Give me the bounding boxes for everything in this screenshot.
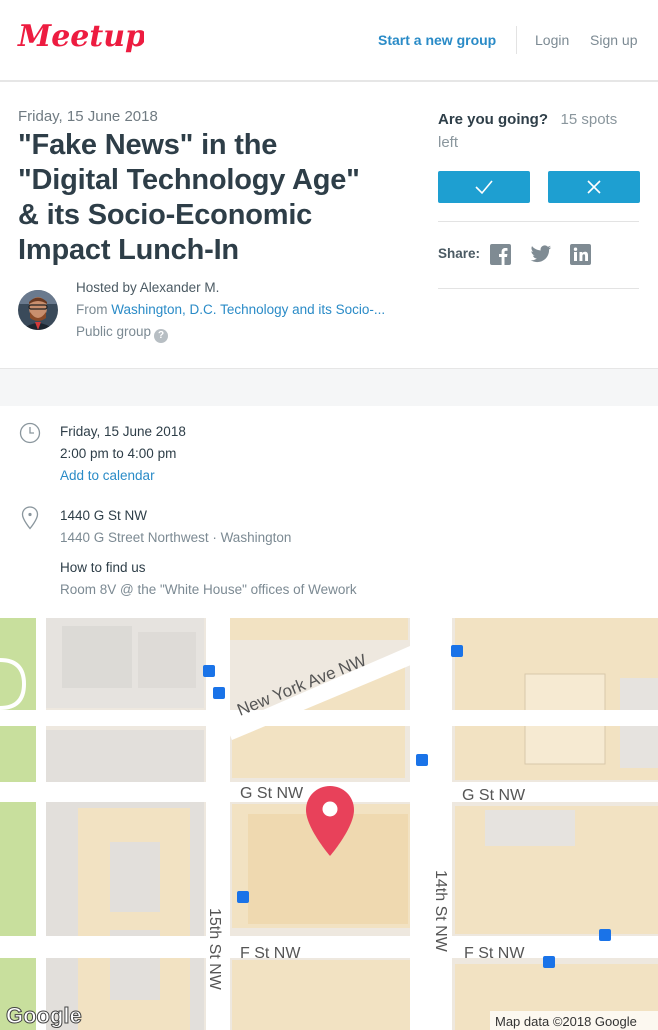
hosted-by: Hosted by Alexander M.: [76, 280, 220, 295]
how-to-find-label: How to find us: [60, 560, 146, 575]
public-group-text: Public group: [76, 324, 152, 339]
host-avatar[interactable]: [18, 290, 58, 330]
logo-text: Meetup: [17, 19, 144, 54]
event-title: "Fake News" in the "Digital Technology A…: [18, 128, 428, 268]
event-date: Friday, 15 June 2018: [18, 108, 158, 125]
header-divider: [516, 26, 517, 54]
top-header: Meetup Start a new group Login Sign up: [0, 0, 658, 82]
rsvp-yes-button[interactable]: [438, 171, 530, 203]
street-label-g-st: G St NW: [240, 785, 304, 802]
add-to-calendar-link[interactable]: Add to calendar: [60, 468, 155, 483]
map-attribution: Map data ©2018 Google: [495, 1014, 637, 1029]
event-title-line: "Digital Technology Age": [18, 164, 360, 196]
event-title-line: "Fake News" in the: [18, 129, 278, 161]
detail-date: Friday, 15 June 2018: [60, 424, 186, 439]
start-group-link[interactable]: Start a new group: [378, 32, 496, 48]
divider: [438, 288, 639, 289]
street-label-f-st: F St NW: [240, 945, 301, 962]
from-group: From Washington, D.C. Technology and its…: [76, 302, 385, 317]
share-label: Share:: [438, 246, 481, 261]
google-logo: Google: [6, 1003, 82, 1028]
event-title-line: Impact Lunch-In: [18, 234, 239, 266]
venue-name: 1440 G St NW: [60, 508, 148, 523]
street-label-15th: 15th St NW: [206, 908, 223, 991]
how-to-find-text: Room 8V @ the "White House" offices of W…: [60, 582, 357, 597]
public-group-label: Public group?: [76, 324, 169, 343]
clock-icon: [19, 422, 41, 449]
host-photo: [18, 290, 58, 330]
linkedin-icon[interactable]: [570, 244, 591, 270]
venue-address: 1440 G Street Northwest · Washington: [60, 530, 292, 545]
rsvp-question: Are you going?: [438, 111, 548, 128]
rsvp-no-button[interactable]: [548, 171, 640, 203]
meetup-logo-mark: Meetup: [17, 19, 146, 54]
twitter-icon[interactable]: [530, 244, 552, 270]
meetup-logo[interactable]: Meetup: [16, 14, 146, 69]
event-map[interactable]: New York Ave NW G St NW G St NW F St NW …: [0, 618, 658, 1030]
help-icon[interactable]: ?: [154, 329, 169, 343]
map-canvas: New York Ave NW G St NW G St NW F St NW …: [0, 618, 658, 1030]
street-label-f-st: F St NW: [464, 945, 525, 962]
check-icon: [475, 180, 493, 195]
rsvp-box: Are you going? 15 spots left: [438, 108, 638, 154]
signup-link[interactable]: Sign up: [590, 32, 637, 48]
from-prefix: From: [76, 302, 108, 317]
street-label-14th: 14th St NW: [432, 870, 449, 953]
divider: [438, 221, 639, 222]
section-separator: [0, 368, 658, 406]
login-link[interactable]: Login: [535, 32, 569, 48]
close-icon: [587, 180, 601, 194]
group-link[interactable]: Washington, D.C. Technology and its Soci…: [111, 302, 385, 317]
facebook-icon[interactable]: [490, 244, 511, 270]
location-pin-icon: [21, 506, 39, 535]
street-label-g-st: G St NW: [462, 787, 526, 804]
detail-time: 2:00 pm to 4:00 pm: [60, 446, 177, 461]
event-title-line: & its Socio-Economic: [18, 199, 313, 231]
